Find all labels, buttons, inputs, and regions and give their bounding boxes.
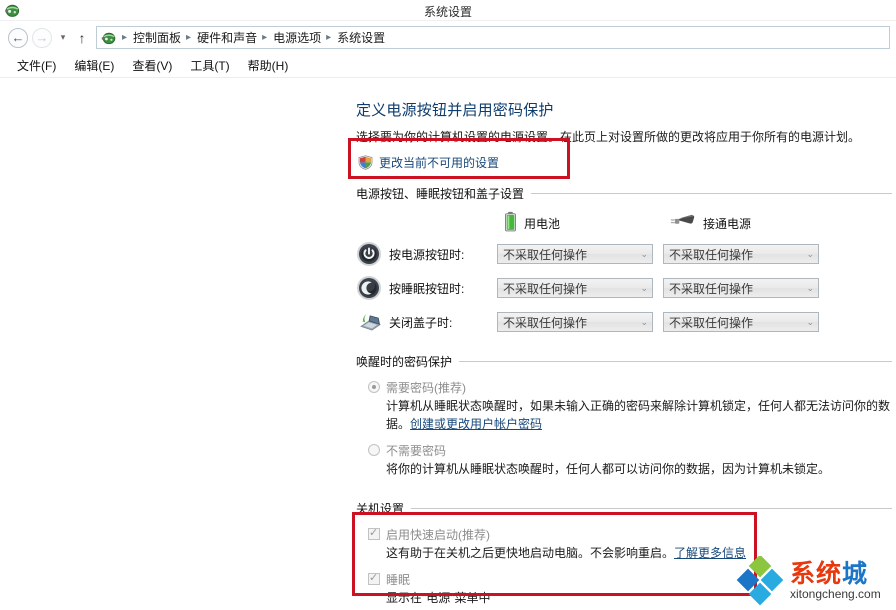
back-button[interactable]: ←	[6, 26, 30, 50]
radio-button-icon	[368, 444, 380, 456]
watermark-domain: xitongcheng.com	[790, 587, 881, 601]
power-buttons-group-label: 电源按钮、睡眠按钮和盖子设置	[356, 185, 531, 202]
radio-require-password[interactable]: 需要密码(推荐)	[368, 379, 892, 396]
sleep-button-plugged-value: 不采取任何操作	[669, 280, 802, 297]
radio-require-password-description: 计算机从睡眠状态唤醒时，如果未输入正确的密码来解除计算机锁定，任何人都无法访问你…	[386, 397, 896, 433]
radio-require-password-label: 需要密码(推荐)	[386, 379, 466, 396]
radio-no-password-label: 不需要密码	[386, 442, 446, 459]
sleep-button-battery-value: 不采取任何操作	[503, 280, 636, 297]
uac-shield-icon	[358, 155, 373, 170]
fast-startup-description-text: 这有助于在关机之后更快地启动电脑。不会影响重启。	[386, 546, 674, 560]
radio-button-icon	[368, 381, 380, 393]
window-titlebar: 系统设置	[0, 0, 896, 21]
setting-row-power-button: 按电源按钮时: 不采取任何操作 ⌄ 不采取任何操作 ⌄	[356, 237, 892, 271]
power-button-battery-dropdown[interactable]: 不采取任何操作 ⌄	[497, 244, 653, 264]
battery-icon	[504, 211, 517, 235]
control-panel-icon	[101, 30, 117, 46]
breadcrumb-item-hardware-and-sound[interactable]: 硬件和声音	[195, 29, 259, 46]
diamond-cluster-logo	[736, 556, 788, 606]
menu-item-tools[interactable]: 工具(T)	[181, 55, 238, 76]
radio-no-password-description: 将你的计算机从睡眠状态唤醒时，任何人都可以访问你的数据，因为计算机未锁定。	[386, 460, 896, 478]
password-protection-group-label: 唤醒时的密码保护	[356, 353, 459, 370]
checkbox-fast-startup-label: 启用快速启动(推荐)	[386, 526, 490, 543]
menu-bar: 文件(F) 编辑(E) 查看(V) 工具(T) 帮助(H)	[0, 54, 896, 78]
address-bar[interactable]: ▸ 控制面板 ▸ 硬件和声音 ▸ 电源选项 ▸ 系统设置	[96, 26, 890, 49]
power-source-column-headers: 用电池 接通电源	[356, 211, 892, 235]
up-arrow-icon: ↑	[79, 30, 86, 46]
page-subtitle: 选择要为你的计算机设置的电源设置。在此页上对设置所做的更改将应用于你所有的电源计…	[356, 129, 892, 146]
forward-button[interactable]: →	[30, 26, 54, 50]
column-header-plugged-in-label: 接通电源	[703, 215, 751, 232]
divider	[531, 193, 892, 194]
chevron-down-icon: ⌄	[636, 317, 648, 328]
watermark-brand: 系统城	[790, 561, 881, 587]
content-pane: 定义电源按钮并启用密码保护 选择要为你的计算机设置的电源设置。在此页上对设置所做…	[0, 79, 896, 610]
chevron-down-icon: ⌄	[802, 317, 814, 328]
column-header-plugged-in: 接通电源	[670, 211, 836, 235]
back-arrow-icon: ←	[8, 28, 28, 48]
close-lid-plugged-value: 不采取任何操作	[669, 314, 802, 331]
setting-row-sleep-button: 按睡眠按钮时: 不采取任何操作 ⌄ 不采取任何操作 ⌄	[356, 271, 892, 305]
change-unavailable-settings-link[interactable]: 更改当前不可用的设置	[358, 154, 892, 171]
sleep-button-plugged-dropdown[interactable]: 不采取任何操作 ⌄	[663, 278, 819, 298]
breadcrumb-separator: ▸	[323, 32, 335, 43]
chevron-down-icon: ⌄	[802, 249, 814, 260]
checkbox-fast-startup[interactable]: 启用快速启动(推荐)	[368, 526, 892, 543]
column-header-on-battery-label: 用电池	[524, 215, 560, 232]
breadcrumb-separator: ▸	[183, 32, 195, 43]
power-button-battery-value: 不采取任何操作	[503, 246, 636, 263]
breadcrumb-item-power-options[interactable]: 电源选项	[271, 29, 323, 46]
setting-row-power-button-label: 按电源按钮时:	[389, 246, 497, 263]
menu-item-help[interactable]: 帮助(H)	[239, 55, 298, 76]
create-or-change-account-password-link[interactable]: 创建或更改用户帐户密码	[410, 417, 542, 431]
checkbox-icon	[368, 573, 380, 585]
up-level-button[interactable]: ↑	[72, 26, 92, 50]
divider	[411, 508, 892, 509]
power-button-icon	[356, 241, 382, 267]
column-header-on-battery: 用电池	[504, 211, 670, 235]
menu-item-file[interactable]: 文件(F)	[8, 55, 65, 76]
setting-row-close-lid-label: 关闭盖子时:	[389, 314, 497, 331]
sleep-button-battery-dropdown[interactable]: 不采取任何操作 ⌄	[497, 278, 653, 298]
close-lid-battery-dropdown[interactable]: 不采取任何操作 ⌄	[497, 312, 653, 332]
recent-locations-button[interactable]: ▾	[54, 26, 72, 50]
chevron-down-icon: ▾	[61, 32, 66, 43]
watermark-brand-part1: 系统	[790, 560, 842, 588]
checkbox-icon	[368, 528, 380, 540]
watermark-brand-part2: 城	[842, 560, 868, 588]
checkbox-sleep-label: 睡眠	[386, 571, 410, 588]
power-plug-icon	[670, 213, 696, 233]
shutdown-settings-group-header: 关机设置	[356, 500, 892, 517]
setting-row-close-lid: 关闭盖子时: 不采取任何操作 ⌄ 不采取任何操作 ⌄	[356, 305, 892, 339]
power-button-plugged-dropdown[interactable]: 不采取任何操作 ⌄	[663, 244, 819, 264]
laptop-lid-icon	[356, 309, 382, 335]
power-buttons-group-header: 电源按钮、睡眠按钮和盖子设置	[356, 185, 892, 202]
navigation-bar: ← → ▾ ↑ ▸ 控制面板 ▸ 硬件和声音 ▸ 电源选项 ▸ 系统设置	[0, 21, 896, 54]
breadcrumb-separator: ▸	[119, 32, 131, 43]
close-lid-plugged-dropdown[interactable]: 不采取任何操作 ⌄	[663, 312, 819, 332]
forward-arrow-icon: →	[32, 28, 52, 48]
shutdown-settings-group-label: 关机设置	[356, 500, 411, 517]
menu-item-edit[interactable]: 编辑(E)	[65, 55, 123, 76]
breadcrumb-item-control-panel[interactable]: 控制面板	[131, 29, 183, 46]
close-lid-battery-value: 不采取任何操作	[503, 314, 636, 331]
breadcrumb-item-system-settings[interactable]: 系统设置	[335, 29, 387, 46]
site-watermark: 系统城 xitongcheng.com	[736, 554, 894, 608]
chevron-down-icon: ⌄	[636, 249, 648, 260]
page-title: 定义电源按钮并启用密码保护	[356, 99, 892, 120]
chevron-down-icon: ⌄	[636, 283, 648, 294]
settings-page: 定义电源按钮并启用密码保护 选择要为你的计算机设置的电源设置。在此页上对设置所做…	[356, 99, 892, 607]
radio-no-password[interactable]: 不需要密码	[368, 442, 892, 459]
divider	[459, 361, 892, 362]
menu-item-view[interactable]: 查看(V)	[123, 55, 181, 76]
sleep-moon-icon	[356, 275, 382, 301]
change-unavailable-settings-label: 更改当前不可用的设置	[379, 154, 499, 171]
watermark-text: 系统城 xitongcheng.com	[790, 561, 881, 601]
password-protection-group-header: 唤醒时的密码保护	[356, 353, 892, 370]
chevron-down-icon: ⌄	[802, 283, 814, 294]
breadcrumb-separator: ▸	[259, 32, 271, 43]
window-title: 系统设置	[0, 3, 896, 20]
power-button-plugged-value: 不采取任何操作	[669, 246, 802, 263]
setting-row-sleep-button-label: 按睡眠按钮时:	[389, 280, 497, 297]
